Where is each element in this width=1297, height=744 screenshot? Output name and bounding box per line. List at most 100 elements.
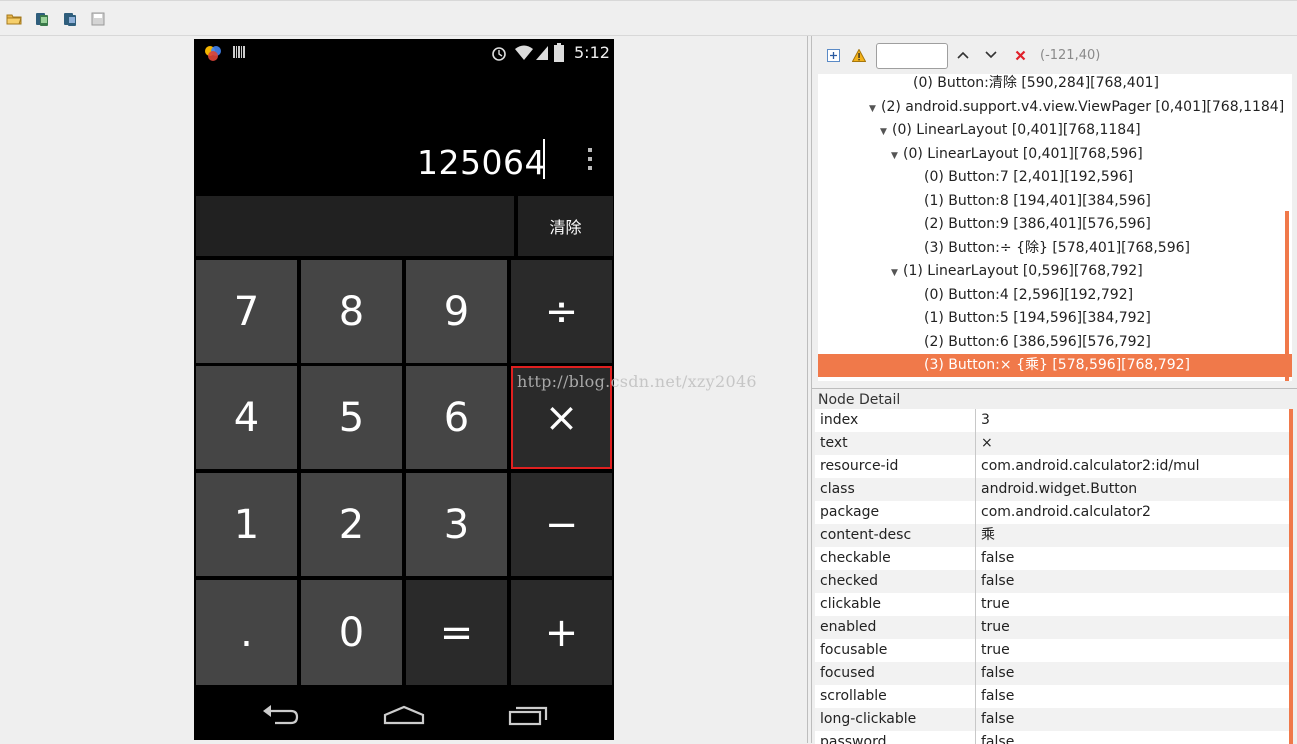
back-icon[interactable]: [259, 701, 303, 727]
detail-value: ×: [981, 435, 993, 451]
detail-scrollbar[interactable]: [1289, 409, 1293, 744]
cursor-coordinates: (-121,40): [1040, 48, 1101, 63]
detail-key: package: [820, 504, 880, 520]
digit-5-button[interactable]: 5: [301, 366, 402, 469]
clear-search-icon[interactable]: [1013, 48, 1027, 62]
tree-node-label: (2) Button:6 [386,596][576,792]: [924, 333, 1151, 350]
digit-1-button[interactable]: 1: [196, 473, 297, 576]
tree-node-label: (0) LinearLayout [0,401][768,596]: [903, 145, 1143, 162]
expand-arrow-icon[interactable]: ▼: [891, 262, 903, 285]
tree-node-label: (3) Button:× {乘} [578,596][768,792]: [924, 357, 1190, 373]
detail-row: checked false: [815, 570, 1293, 593]
divide-button[interactable]: ÷: [511, 260, 612, 363]
signal-icon: [536, 46, 548, 60]
detail-key: long-clickable: [820, 711, 917, 727]
detail-row: text ×: [815, 432, 1293, 455]
tree-node[interactable]: ▼ (0) LinearLayout [0,401][768,596]: [818, 143, 1292, 166]
tree-node[interactable]: (1) Button:5 [194,596][384,792]: [818, 307, 1292, 330]
detail-key: enabled: [820, 619, 877, 635]
tree-node-label: (3) Button:÷ {除} [578,401][768,596]: [924, 239, 1190, 256]
tree-node[interactable]: ▼ (1) LinearLayout [0,596][768,792]: [818, 260, 1292, 283]
tree-node[interactable]: (1) Button:8 [194,401][384,596]: [818, 190, 1292, 213]
detail-value: 乘: [981, 527, 995, 543]
overflow-menu-icon[interactable]: [588, 148, 592, 170]
status-bar: 5:12: [194, 39, 614, 67]
column-divider: [975, 409, 976, 744]
detail-key: checked: [820, 573, 878, 589]
home-icon[interactable]: [382, 701, 426, 727]
detail-value: false: [981, 711, 1015, 727]
detail-key: text: [820, 435, 848, 451]
hierarchy-toolbar: (-121,40): [812, 36, 1297, 74]
tree-node[interactable]: (3) Button:÷ {除} [578,401][768,596]: [818, 237, 1292, 260]
equals-button[interactable]: =: [406, 580, 507, 685]
detail-key: focusable: [820, 642, 888, 658]
detail-value: false: [981, 550, 1015, 566]
detail-value: true: [981, 642, 1010, 658]
navigation-bar: [194, 687, 614, 740]
tree-node-label: (0) LinearLayout [0,401][768,1184]: [892, 122, 1141, 138]
tree-node-label: (0) Button:7 [2,401][192,596]: [924, 169, 1134, 185]
tree-node[interactable]: (2) Button:9 [386,401][576,596]: [818, 213, 1292, 236]
recent-apps-icon[interactable]: [506, 701, 550, 727]
detail-value: false: [981, 665, 1015, 681]
watermark-text: http://blog.csdn.net/xzy2046: [517, 372, 757, 391]
tree-node[interactable]: ▼ (2) android.support.v4.view.ViewPager […: [818, 96, 1292, 119]
detail-value: 3: [981, 412, 990, 428]
detail-row: resource-id com.android.calculator2:id/mu…: [815, 455, 1293, 478]
digit-3-button[interactable]: 3: [406, 473, 507, 576]
main-toolbar: [0, 0, 1297, 36]
expand-arrow-icon[interactable]: ▼: [880, 121, 892, 144]
digit-2-button[interactable]: 2: [301, 473, 402, 576]
detail-row: scrollable false: [815, 685, 1293, 708]
barcode-icon: [233, 46, 245, 58]
detail-key: content-desc: [820, 527, 912, 543]
detail-value: false: [981, 573, 1015, 589]
device-screenshot-compressed-icon[interactable]: [62, 11, 78, 27]
digit-7-button[interactable]: 7: [196, 260, 297, 363]
detail-key: clickable: [820, 596, 882, 612]
detail-value: true: [981, 596, 1010, 612]
tree-node[interactable]: (0) Button:清除 [590,284][768,401]: [818, 74, 1292, 95]
app-notification-icon: [205, 46, 221, 61]
chevron-down-icon[interactable]: [984, 48, 998, 62]
tree-node[interactable]: (0) Button:4 [2,596][192,792]: [818, 284, 1292, 307]
tree-node[interactable]: (2) Button:6 [386,596][576,792]: [818, 331, 1292, 354]
tree-node[interactable]: (0) Button:7 [2,401][192,596]: [818, 166, 1292, 189]
detail-row: index 3: [815, 409, 1293, 432]
tree-node-label: (0) Button:4 [2,596][192,792]: [924, 286, 1134, 303]
tree-scrollbar[interactable]: [1285, 211, 1289, 381]
expand-arrow-icon[interactable]: ▼: [891, 145, 903, 168]
battery-icon: [554, 43, 564, 62]
expand-arrow-icon[interactable]: ▼: [869, 98, 881, 121]
warning-icon[interactable]: [852, 48, 866, 62]
save-icon[interactable]: [90, 11, 106, 27]
node-detail-panel: Node Detail index 3 text × resource-id com.an…: [811, 388, 1297, 744]
clear-button[interactable]: 清除: [518, 196, 613, 256]
search-input[interactable]: [876, 43, 948, 69]
digit-4-button[interactable]: 4: [196, 366, 297, 469]
expand-all-icon[interactable]: [826, 48, 840, 62]
detail-key: focused: [820, 665, 875, 681]
digit-0-button[interactable]: 0: [301, 580, 402, 685]
detail-row: password false: [815, 731, 1293, 744]
detail-key: checkable: [820, 550, 891, 566]
detail-row: clickable true: [815, 593, 1293, 616]
chevron-up-icon[interactable]: [956, 48, 970, 62]
plus-button[interactable]: +: [511, 580, 612, 685]
detail-key: index: [820, 412, 859, 428]
tree-node[interactable]: (3) Button:× {乘} [578,596][768,792]: [818, 354, 1292, 377]
tree-node[interactable]: ▼ (0) LinearLayout [0,401][768,1184]: [818, 119, 1292, 142]
decimal-button[interactable]: .: [196, 580, 297, 685]
display-value: 125064: [417, 143, 546, 182]
folder-open-icon[interactable]: [6, 11, 22, 27]
minus-button[interactable]: −: [511, 473, 612, 576]
digit-9-button[interactable]: 9: [406, 260, 507, 363]
detail-row: focused false: [815, 662, 1293, 685]
digit-8-button[interactable]: 8: [301, 260, 402, 363]
tree-node-label: (1) Button:8 [194,401][384,596]: [924, 192, 1151, 209]
digit-6-button[interactable]: 6: [406, 366, 507, 469]
node-detail-title: Node Detail: [818, 392, 901, 408]
detail-row: content-desc 乘: [815, 524, 1293, 547]
device-screenshot-icon[interactable]: [34, 11, 50, 27]
